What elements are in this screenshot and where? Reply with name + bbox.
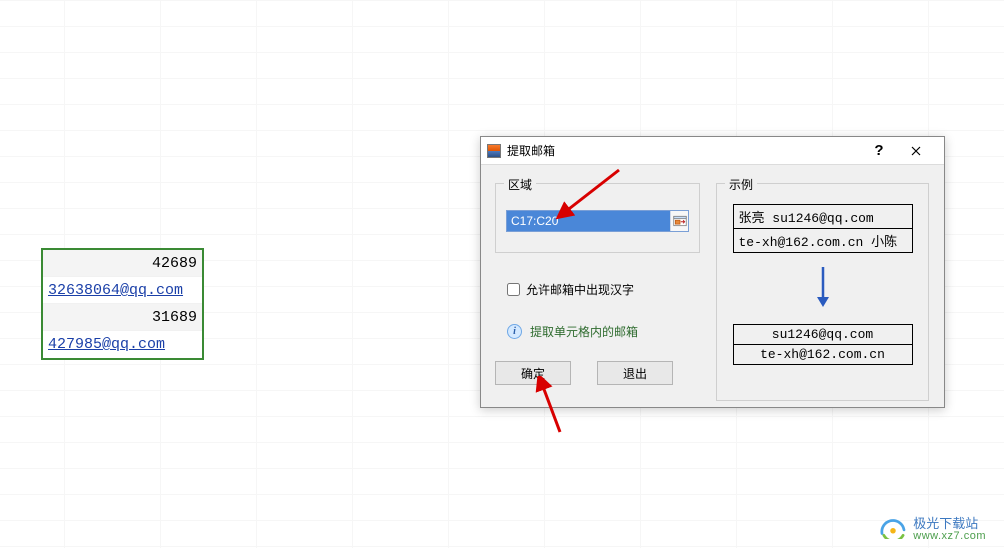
example-out-1: te-xh@162.com.cn bbox=[733, 345, 912, 365]
button-row: 确定 退出 bbox=[495, 361, 673, 385]
ok-button[interactable]: 确定 bbox=[495, 361, 571, 385]
group-region-label: 区域 bbox=[504, 176, 536, 193]
dialog-title: 提取邮箱 bbox=[507, 142, 864, 159]
group-example: 示例 张亮 su1246@qq.com te-xh@162.com.cn 小陈 … bbox=[716, 183, 929, 401]
exit-button[interactable]: 退出 bbox=[597, 361, 673, 385]
app-icon bbox=[487, 144, 501, 158]
watermark-logo-icon bbox=[879, 517, 907, 539]
example-arrow bbox=[717, 265, 928, 312]
extract-email-dialog: 提取邮箱 ? 区域 允许邮箱中出现汉字 bbox=[480, 136, 945, 408]
selected-range: 42689 32638064@qq.com 31689 427985@qq.co… bbox=[41, 248, 204, 360]
cell-c20[interactable]: 427985@qq.com bbox=[43, 331, 202, 358]
cell-c18[interactable]: 32638064@qq.com bbox=[43, 277, 202, 304]
range-ref-icon bbox=[673, 215, 687, 227]
checkbox-input[interactable] bbox=[507, 283, 520, 296]
example-in-0: 张亮 su1246@qq.com bbox=[733, 205, 912, 229]
cell-c19[interactable]: 31689 bbox=[43, 304, 202, 331]
hint-text: 提取单元格内的邮箱 bbox=[530, 323, 638, 340]
example-output-table: su1246@qq.com te-xh@162.com.cn bbox=[733, 324, 913, 365]
close-button[interactable] bbox=[894, 137, 938, 165]
watermark: 极光下载站 www.xz7.com bbox=[879, 513, 986, 542]
watermark-site: www.xz7.com bbox=[913, 530, 986, 542]
range-input[interactable] bbox=[507, 211, 670, 231]
watermark-brand: 极光下载站 bbox=[913, 516, 978, 531]
group-example-label: 示例 bbox=[725, 176, 757, 193]
example-in-1: te-xh@162.com.cn 小陈 bbox=[733, 229, 912, 253]
example-input-table: 张亮 su1246@qq.com te-xh@162.com.cn 小陈 bbox=[733, 204, 913, 253]
info-icon: i bbox=[507, 324, 522, 339]
close-icon bbox=[911, 146, 921, 156]
titlebar[interactable]: 提取邮箱 ? bbox=[481, 137, 944, 165]
checkbox-label: 允许邮箱中出现汉字 bbox=[526, 281, 634, 298]
help-button[interactable]: ? bbox=[864, 137, 894, 165]
hint-row: i 提取单元格内的邮箱 bbox=[507, 323, 638, 340]
cell-c17[interactable]: 42689 bbox=[43, 250, 202, 277]
range-input-wrap bbox=[506, 210, 689, 232]
checkbox-allow-hanzi[interactable]: 允许邮箱中出现汉字 bbox=[507, 281, 634, 298]
example-out-0: su1246@qq.com bbox=[733, 325, 912, 345]
range-ref-button[interactable] bbox=[670, 211, 688, 231]
group-region: 区域 bbox=[495, 183, 700, 253]
arrow-down-icon bbox=[815, 265, 831, 309]
